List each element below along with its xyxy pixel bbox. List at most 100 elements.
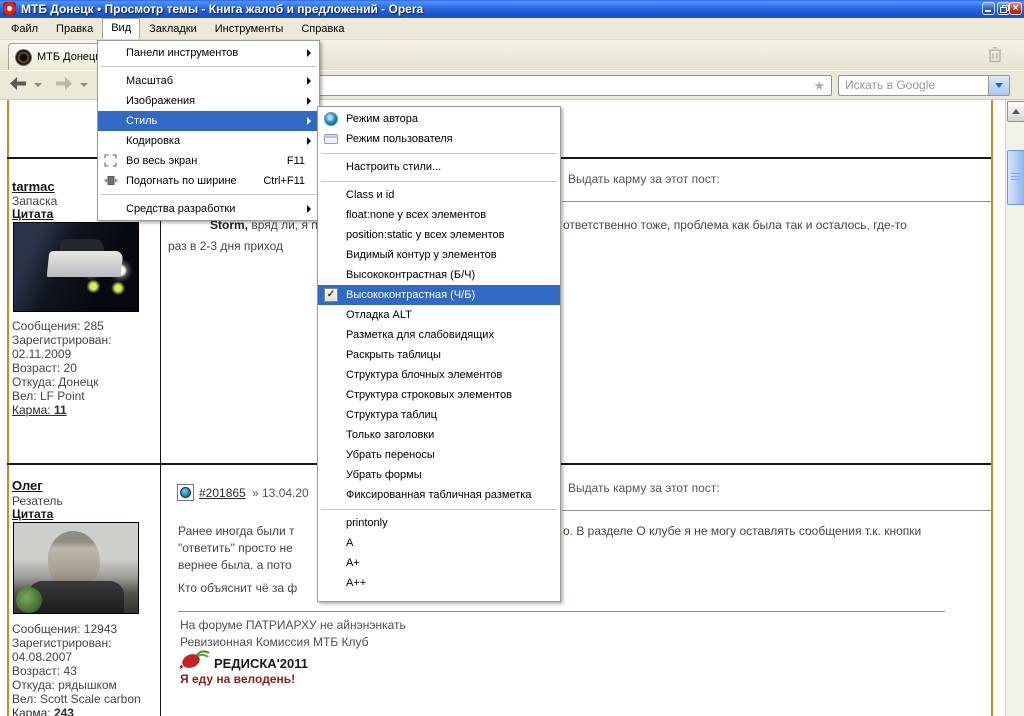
- user-stat: Зарегистрирован:: [12, 333, 111, 347]
- menu-item-style-option[interactable]: Отладка ALT: [318, 305, 560, 325]
- karma-header-rule: [562, 510, 991, 511]
- username-link[interactable]: Олег: [12, 478, 43, 493]
- menu-separator: [318, 505, 560, 513]
- submenu-arrow-icon: [307, 117, 311, 125]
- menu-separator: [318, 149, 560, 157]
- menu-item-style[interactable]: Стиль: [98, 111, 319, 131]
- post-body-line: вернее была. а пото: [178, 558, 292, 572]
- tab-favicon-icon: [15, 49, 32, 66]
- menu-item-user-style[interactable]: A++: [318, 573, 560, 593]
- menu-file[interactable]: Файл: [2, 19, 47, 39]
- menu-item-style-option[interactable]: Только заголовки: [318, 425, 560, 445]
- search-placeholder: Искать в Google: [845, 78, 935, 92]
- menu-tools[interactable]: Инструменты: [206, 19, 293, 39]
- menu-item-style-option[interactable]: Структура строковых элементов: [318, 385, 560, 405]
- submenu-arrow-icon: [307, 137, 311, 145]
- menu-item-user-style[interactable]: printonly: [318, 513, 560, 533]
- menu-help[interactable]: Справка: [292, 19, 353, 39]
- menu-item-user-style[interactable]: A: [318, 533, 560, 553]
- scrollbar[interactable]: [1005, 100, 1024, 716]
- menu-item-images[interactable]: Изображения: [98, 91, 319, 111]
- menu-item-style-option[interactable]: float:none у всех элементов: [318, 205, 560, 225]
- style-submenu-popup: Режим автора Режим пользователя Настроит…: [317, 106, 561, 602]
- menu-item-author-mode[interactable]: Режим автора: [318, 109, 560, 129]
- menu-item-fit-width[interactable]: Подогнать по ширинеCtrl+F11: [98, 171, 319, 191]
- menu-item-style-option[interactable]: Раскрыть таблицы: [318, 345, 560, 365]
- karma-link[interactable]: Карма: 243: [12, 706, 74, 716]
- post-body-line: ответственно тоже, проблема как была так…: [563, 218, 907, 232]
- user-stat: Сообщения: 285: [12, 319, 104, 333]
- submenu-arrow-icon: [307, 97, 311, 105]
- back-button[interactable]: [8, 76, 34, 95]
- menu-item-dev-tools[interactable]: Средства разработки: [98, 199, 319, 219]
- menu-separator: [318, 177, 560, 185]
- menu-item-zoom[interactable]: Масштаб: [98, 71, 319, 91]
- quote-link[interactable]: Цитата: [12, 507, 53, 521]
- signature-line: На форуме ПАТРИАРХУ не айнэнэнкать: [180, 618, 406, 632]
- close-button[interactable]: ×: [1009, 2, 1022, 15]
- menu-bookmarks[interactable]: Закладки: [140, 19, 206, 39]
- menu-item-encoding[interactable]: Кодировка: [98, 131, 319, 151]
- radio-selected-icon: [324, 112, 338, 126]
- menu-view[interactable]: Вид: [102, 18, 140, 39]
- menu-item-style-option[interactable]: Разметка для слабовидящих: [318, 325, 560, 345]
- forward-button[interactable]: [52, 76, 78, 95]
- user-stat: Вел: LF Point: [12, 389, 85, 403]
- user-stat: Возраст: 20: [12, 361, 77, 375]
- menu-item-style-option[interactable]: Class и id: [318, 185, 560, 205]
- menu-separator: [98, 63, 319, 71]
- submenu-arrow-icon: [307, 205, 311, 213]
- signature-line: Я еду на велодень!: [180, 672, 295, 686]
- user-stat: Откуда: рядышком: [12, 678, 117, 692]
- avatar: [13, 222, 139, 312]
- signature-rule: [178, 611, 945, 612]
- menu-item-user-style[interactable]: A+: [318, 553, 560, 573]
- menu-edit[interactable]: Правка: [47, 19, 102, 39]
- menu-bar: Файл Правка Вид Закладки Инструменты Спр…: [0, 18, 1024, 40]
- minimize-icon: [985, 10, 991, 12]
- menu-item-toolbars[interactable]: Панели инструментов: [98, 43, 319, 63]
- menu-item-style-option[interactable]: Убрать формы: [318, 465, 560, 485]
- menu-item-style-option-checked[interactable]: ✓ Высококонтрастная (Ч/Б): [318, 285, 560, 305]
- menu-item-fullscreen[interactable]: Во весь экранF11: [98, 151, 319, 171]
- post-number-link[interactable]: #201865: [199, 486, 246, 500]
- view-menu-popup: Панели инструментов Масштаб Изображения …: [97, 40, 320, 221]
- page-left-border: [7, 100, 9, 716]
- scrollbar-thumb[interactable]: [1007, 150, 1024, 205]
- menu-item-user-mode[interactable]: Режим пользователя: [318, 129, 560, 149]
- menu-item-style-option[interactable]: Фиксированная табличная разметка: [318, 485, 560, 505]
- menu-item-style-option[interactable]: Структура таблиц: [318, 405, 560, 425]
- post-body-line: о. В разделе О клубе я не могу оставлять…: [563, 524, 921, 538]
- user-stat: 04.08.2007: [12, 650, 72, 664]
- minimize-button[interactable]: [982, 2, 995, 15]
- title-bar: МТБ Донецк • Просмотр темы - Книга жалоб…: [0, 0, 1024, 18]
- search-engine-dropdown[interactable]: [988, 76, 1009, 95]
- chevron-down-icon: [995, 83, 1003, 88]
- checkbox-checked-icon: ✓: [324, 288, 338, 302]
- forward-history-dropdown-icon[interactable]: [80, 83, 88, 87]
- scrollbar-up-button[interactable]: [1007, 101, 1024, 122]
- menu-item-style-option[interactable]: position:static у всех элементов: [318, 225, 560, 245]
- user-stat: Зарегистрирован:: [12, 636, 111, 650]
- menu-item-style-option[interactable]: Видимый контур у элементов: [318, 245, 560, 265]
- opera-logo-icon[interactable]: [3, 2, 16, 15]
- menu-item-style-option[interactable]: Высококонтрастная (Б/Ч): [318, 265, 560, 285]
- menu-item-style-option[interactable]: Структура блочных элементов: [318, 365, 560, 385]
- username-link[interactable]: tarmac: [12, 179, 55, 194]
- signature-line: Ревизионная Комиссия МТБ Клуб: [180, 635, 369, 649]
- search-field[interactable]: Искать в Google: [838, 75, 1010, 96]
- fit-width-icon: [104, 174, 118, 188]
- karma-link[interactable]: Карма: 11: [12, 403, 67, 417]
- user-stat: Откуда: Донецк: [12, 375, 99, 389]
- bookmark-star-icon[interactable]: ★: [813, 76, 825, 95]
- quote-link[interactable]: Цитата: [12, 207, 53, 221]
- karma-header: Выдать карму за этот пост:: [568, 172, 720, 186]
- menu-item-style-option[interactable]: Убрать переносы: [318, 445, 560, 465]
- menu-item-customize-styles[interactable]: Настроить стили...: [318, 157, 560, 177]
- back-history-dropdown-icon[interactable]: [34, 83, 42, 87]
- post-body-line: Ранее иногда были т: [178, 524, 294, 538]
- arrow-up-icon: [1012, 109, 1020, 114]
- user-rank: Запаска: [12, 194, 57, 208]
- submenu-arrow-icon: [307, 49, 311, 57]
- closed-tabs-trash-icon[interactable]: [985, 44, 1005, 64]
